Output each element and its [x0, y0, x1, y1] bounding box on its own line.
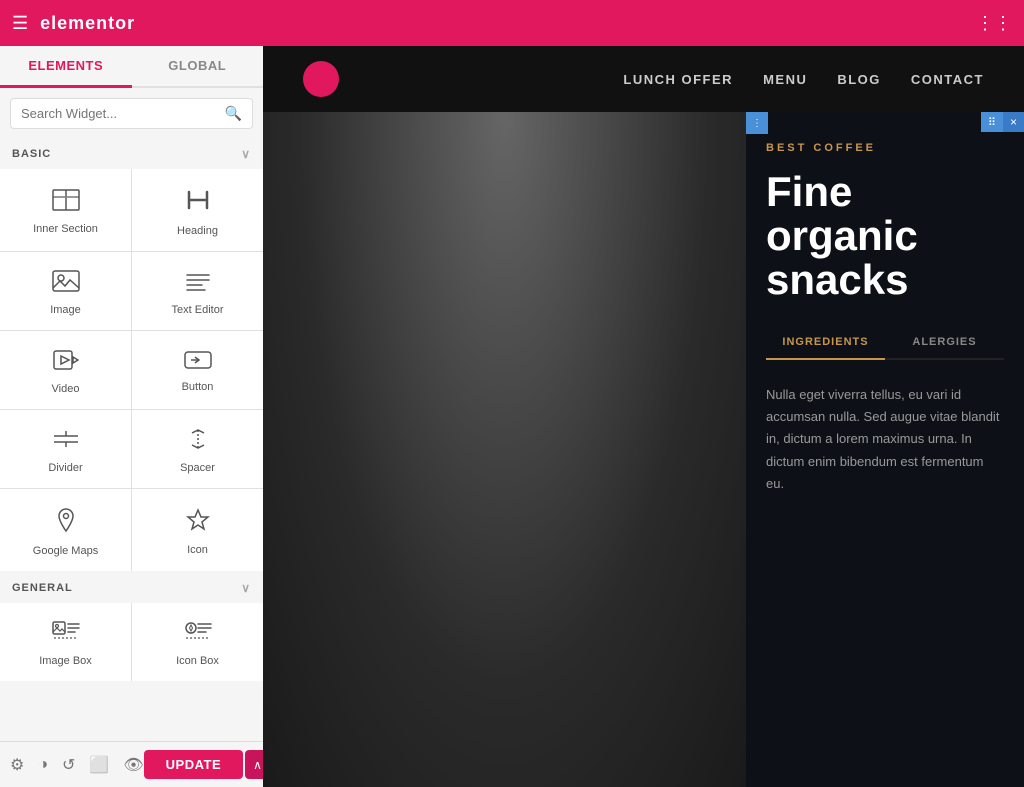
image-box-icon [52, 621, 80, 647]
widget-icon[interactable]: Icon [132, 489, 263, 571]
widget-divider-label: Divider [48, 462, 82, 474]
video-icon [53, 349, 79, 375]
widget-heading-label: Heading [177, 225, 218, 237]
widget-text-editor[interactable]: Text Editor [132, 252, 263, 330]
sidebar-tabs: Elements Global [0, 46, 263, 88]
widget-icon-box-label: Icon Box [176, 655, 219, 667]
nav-contact[interactable]: CONTACT [911, 72, 984, 87]
icon-box-icon [184, 621, 212, 647]
eye-icon[interactable]: 👁 [123, 755, 143, 775]
heading-icon [185, 187, 211, 217]
nav-blog[interactable]: BLOG [837, 72, 881, 87]
widget-icon-label: Icon [187, 544, 208, 556]
responsive-icon[interactable]: ⬜ [89, 755, 109, 775]
grid-handle-dots[interactable]: ⠿ [981, 113, 1003, 132]
layers-icon[interactable]: ◑ [38, 756, 48, 774]
widget-inner-section-label: Inner Section [33, 223, 98, 235]
search-icon: 🔍 [225, 105, 242, 122]
right-panel: ⋮ ⠿ × BEST COFFEE Fine organic snacks IN… [746, 112, 1024, 787]
elementor-logo: elementor [40, 13, 135, 34]
grid-icon[interactable]: ⋮⋮ [976, 13, 1012, 34]
widget-image-box-label: Image Box [39, 655, 92, 667]
tab-alergies[interactable]: ALERGIES [885, 326, 1004, 358]
subtitle-label: BEST COFFEE [766, 142, 1004, 154]
section-basic-label: Basic [12, 148, 51, 160]
sidebar: Elements Global 🔍 Basic ∨ [0, 46, 263, 787]
history-icon[interactable]: ↺ [62, 755, 75, 775]
section-general-label: General [12, 582, 73, 594]
drag-dots-icon: ⋮ [752, 118, 762, 129]
grid-handle: ⠿ × [981, 112, 1024, 132]
widget-icon-box[interactable]: Icon Box [132, 603, 263, 681]
body-text: Nulla eget viverra tellus, eu vari id ac… [766, 384, 1004, 494]
chevron-down-icon-2: ∨ [241, 581, 251, 595]
canvas-area: LUNCH OFFER MENU BLOG CONTACT E [263, 46, 1024, 787]
spacer-icon [184, 428, 212, 454]
widget-video-label: Video [52, 383, 80, 395]
bottom-bar-left: ⚙ ◑ ↺ ⬜ 👁 [10, 755, 144, 775]
widget-spacer[interactable]: Spacer [132, 410, 263, 488]
widget-inner-section[interactable]: Inner Section [0, 169, 131, 251]
update-chevron-button[interactable]: ∧ [245, 750, 263, 779]
widget-divider[interactable]: Divider [0, 410, 131, 488]
main-layout: Elements Global 🔍 Basic ∨ [0, 46, 1024, 787]
widget-text-editor-label: Text Editor [172, 304, 224, 316]
settings-icon[interactable]: ⚙ [10, 755, 24, 775]
site-logo [303, 61, 339, 97]
nav-menu[interactable]: MENU [763, 72, 807, 87]
tab-elements[interactable]: Elements [0, 46, 132, 88]
widget-spacer-label: Spacer [180, 462, 215, 474]
widget-image-box[interactable]: Image Box [0, 603, 131, 681]
bottom-bar: ⚙ ◑ ↺ ⬜ 👁 UPDATE ∧ [0, 741, 263, 787]
image-icon [52, 270, 80, 296]
widget-button[interactable]: Button [132, 331, 263, 409]
inner-section-icon [52, 189, 80, 215]
icon-icon [186, 508, 210, 536]
close-panel-button[interactable]: × [1003, 112, 1024, 132]
text-editor-icon [184, 270, 212, 296]
canvas-content: ‹ ⋮ ⠿ × BEST COFFEE Fine organic snacks [263, 112, 1024, 787]
element-drag-handle[interactable]: ⋮ [746, 112, 768, 134]
widget-image-label: Image [50, 304, 81, 316]
widget-google-maps-label: Google Maps [33, 545, 98, 557]
site-header: LUNCH OFFER MENU BLOG CONTACT [263, 46, 1024, 112]
main-heading: Fine organic snacks [766, 170, 1004, 302]
section-basic-header[interactable]: Basic ∨ [0, 139, 263, 169]
site-logo-icon [303, 61, 339, 97]
google-maps-icon [54, 507, 78, 537]
content-tabs: INGREDIENTS ALERGIES [766, 326, 1004, 360]
section-general-header[interactable]: General ∨ [0, 573, 263, 603]
tab-global[interactable]: Global [132, 46, 264, 86]
widget-heading[interactable]: Heading [132, 169, 263, 251]
general-widget-grid: Image Box Icon Box [0, 603, 263, 681]
nav-lunch-offer[interactable]: LUNCH OFFER [623, 72, 733, 87]
button-icon [184, 351, 212, 373]
update-button[interactable]: UPDATE [144, 750, 243, 779]
widget-image[interactable]: Image [0, 252, 131, 330]
tab-ingredients[interactable]: INGREDIENTS [766, 326, 885, 360]
widget-video[interactable]: Video [0, 331, 131, 409]
hamburger-icon[interactable]: ☰ [12, 13, 28, 34]
right-panel-content: BEST COFFEE Fine organic snacks INGREDIE… [746, 112, 1024, 515]
site-nav: LUNCH OFFER MENU BLOG CONTACT [623, 72, 984, 87]
top-bar: ☰ elementor ⋮⋮ [0, 0, 1024, 46]
search-input[interactable] [21, 106, 225, 121]
chef-section: ‹ [263, 112, 746, 787]
widget-google-maps[interactable]: Google Maps [0, 489, 131, 571]
widget-button-label: Button [182, 381, 214, 393]
divider-icon [52, 428, 80, 454]
basic-widget-grid: Inner Section Heading [0, 169, 263, 571]
chef-background [263, 112, 746, 787]
chevron-down-icon: ∨ [241, 147, 251, 161]
sidebar-scroll: Basic ∨ Inner Section [0, 139, 263, 741]
search-bar: 🔍 [10, 98, 253, 129]
